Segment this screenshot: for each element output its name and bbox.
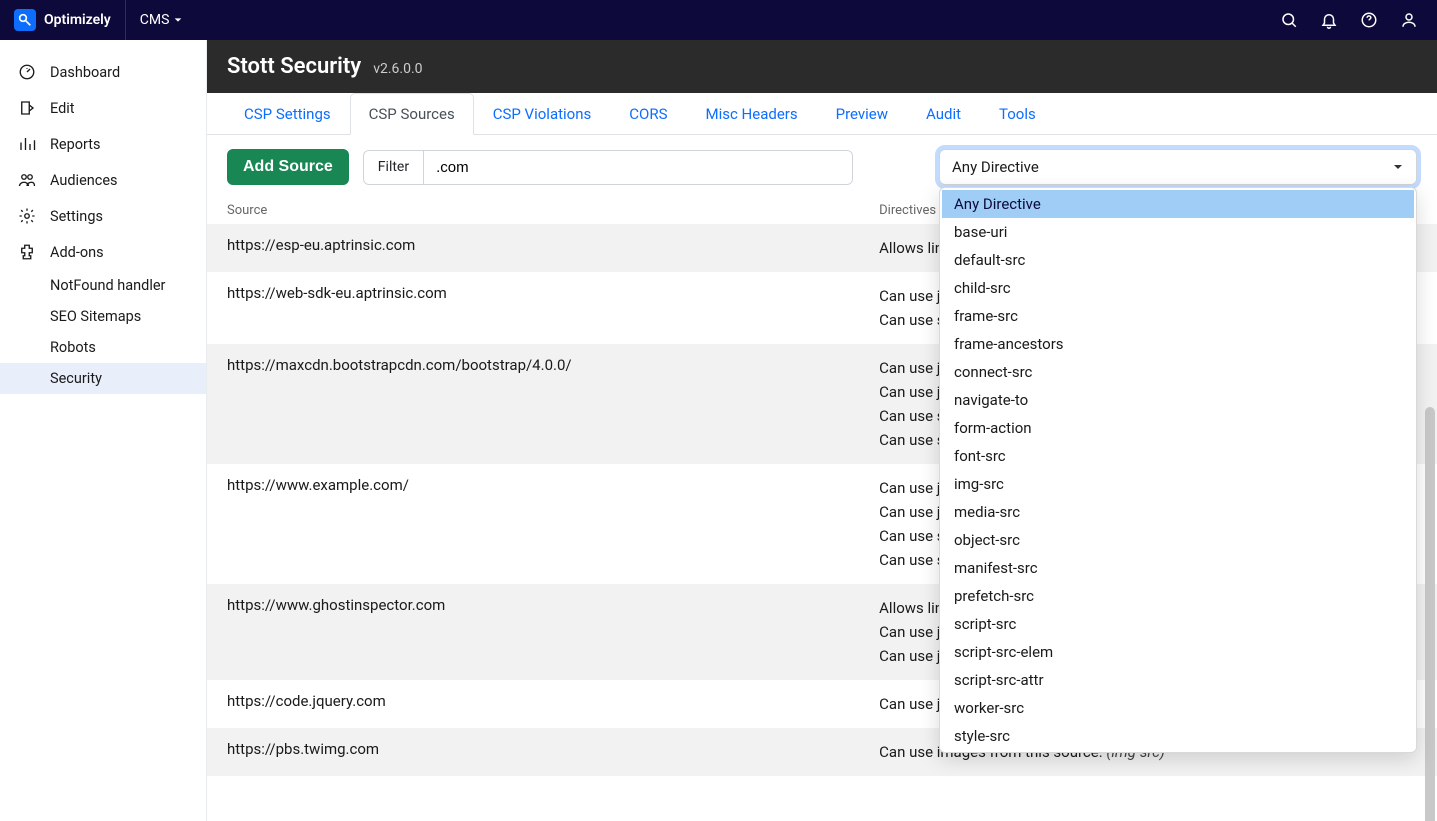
tab-preview[interactable]: Preview [817,93,907,134]
directive-option[interactable]: prefetch-src [942,582,1414,610]
tab-csp-sources[interactable]: CSP Sources [350,93,474,135]
topbar: Optimizely CMS [0,0,1437,40]
directive-option[interactable]: img-src [942,470,1414,498]
help-icon[interactable] [1351,0,1387,40]
tab-misc-headers[interactable]: Misc Headers [687,93,817,134]
reports-icon [18,135,36,153]
page-title: Stott Security [227,54,361,79]
chevron-down-icon [1392,161,1404,173]
sidebar: Dashboard Edit Reports Audiences Settings Add… [0,40,207,821]
filter-label: Filter [364,151,424,184]
dashboard-icon [18,63,36,81]
column-header: Source [207,195,859,224]
directive-option[interactable]: object-src [942,526,1414,554]
tab-cors[interactable]: CORS [610,93,686,134]
user-icon[interactable] [1391,0,1427,40]
sidebar-item-label: Edit [50,100,75,117]
source-cell: https://web-sdk-eu.aptrinsic.com [207,272,859,344]
add-source-button[interactable]: Add Source [227,149,349,185]
directive-option[interactable]: frame-ancestors [942,330,1414,358]
sidebar-item-edit[interactable]: Edit [0,90,206,126]
source-cell: https://esp-eu.aptrinsic.com [207,224,859,272]
addons-icon [18,243,36,261]
brand-name: Optimizely [44,12,111,28]
directive-option[interactable]: connect-src [942,358,1414,386]
filter-group: Filter [363,150,853,185]
sidebar-subitem-seo-sitemaps[interactable]: SEO Sitemaps [0,301,206,332]
source-cell: https://code.jquery.com [207,680,859,728]
tab-tools[interactable]: Tools [980,93,1055,134]
tabs: CSP SettingsCSP SourcesCSP ViolationsCOR… [207,93,1437,135]
sidebar-item-label: Reports [50,136,101,153]
directive-dropdown: Any Directive Any Directivebase-uridefau… [939,149,1417,185]
search-icon[interactable] [1271,0,1307,40]
sidebar-subitem-robots[interactable]: Robots [0,332,206,363]
directive-option[interactable]: Any Directive [942,190,1414,218]
sidebar-item-settings[interactable]: Settings [0,198,206,234]
tab-csp-settings[interactable]: CSP Settings [225,93,350,134]
chevron-down-icon [173,15,183,25]
logo[interactable]: Optimizely [0,0,126,40]
sidebar-item-label: Dashboard [50,64,120,81]
directive-option[interactable]: worker-src [942,694,1414,722]
controls-row: Add Source Filter Any Directive Any Dire… [207,135,1437,195]
directive-option[interactable]: font-src [942,442,1414,470]
directive-option[interactable]: frame-src [942,302,1414,330]
page-header: Stott Security v2.6.0.0 [207,40,1437,93]
sidebar-subitem-notfound-handler[interactable]: NotFound handler [0,270,206,301]
tab-csp-violations[interactable]: CSP Violations [474,93,611,134]
scrollbar[interactable] [1425,407,1435,821]
directive-option[interactable]: script-src [942,610,1414,638]
sidebar-item-audiences[interactable]: Audiences [0,162,206,198]
directive-option[interactable]: media-src [942,498,1414,526]
directive-select[interactable]: Any Directive [939,149,1417,185]
sidebar-item-label: Audiences [50,172,118,189]
audiences-icon [18,171,36,189]
source-cell: https://maxcdn.bootstrapcdn.com/bootstra… [207,344,859,464]
sidebar-item-label: Settings [50,208,103,225]
directive-option[interactable]: child-src [942,274,1414,302]
directive-option[interactable]: manifest-src [942,554,1414,582]
directive-option[interactable]: default-src [942,246,1414,274]
source-cell: https://pbs.twimg.com [207,728,859,776]
directive-option[interactable]: style-src [942,722,1414,750]
directive-menu: Any Directivebase-uridefault-srcchild-sr… [939,187,1417,753]
page-version: v2.6.0.0 [373,61,422,77]
bell-icon[interactable] [1311,0,1347,40]
sidebar-subitem-security[interactable]: Security [0,363,206,394]
directive-selected-value: Any Directive [952,158,1039,176]
directive-option[interactable]: script-src-attr [942,666,1414,694]
sidebar-item-reports[interactable]: Reports [0,126,206,162]
sidebar-item-dashboard[interactable]: Dashboard [0,54,206,90]
source-cell: https://www.example.com/ [207,464,859,584]
sidebar-item-add-ons[interactable]: Add-ons [0,234,206,270]
edit-icon [18,99,36,117]
cms-switcher[interactable]: CMS [126,12,198,28]
sidebar-item-label: Add-ons [50,244,104,261]
cms-label: CMS [140,12,170,28]
directive-option[interactable]: script-src-elem [942,638,1414,666]
directive-option[interactable]: base-uri [942,218,1414,246]
tab-audit[interactable]: Audit [907,93,980,134]
directive-option[interactable]: navigate-to [942,386,1414,414]
settings-icon [18,207,36,225]
directive-option[interactable]: form-action [942,414,1414,442]
source-cell: https://www.ghostinspector.com [207,584,859,680]
logo-icon [14,9,36,31]
filter-input[interactable] [424,151,852,184]
